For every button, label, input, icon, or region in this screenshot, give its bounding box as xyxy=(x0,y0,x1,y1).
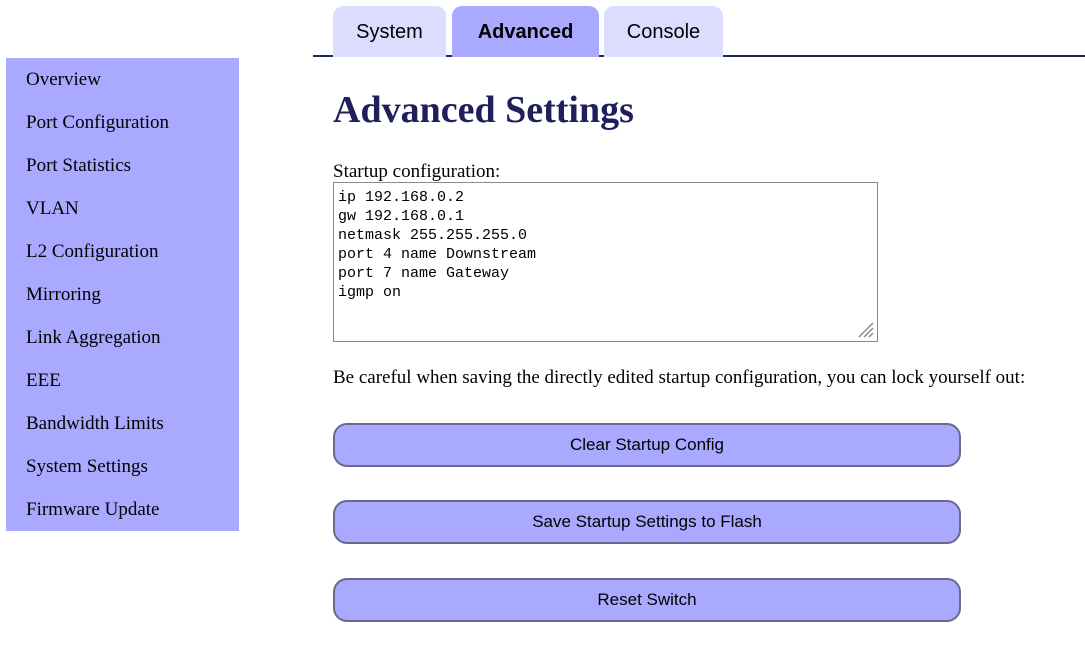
sidebar-item-bandwidth-limits[interactable]: Bandwidth Limits xyxy=(6,408,239,451)
warning-text: Be careful when saving the directly edit… xyxy=(333,367,1026,388)
startup-config-textarea[interactable] xyxy=(333,182,878,342)
sidebar-item-firmware-update[interactable]: Firmware Update xyxy=(6,494,239,537)
sidebar-item-l2-configuration[interactable]: L2 Configuration xyxy=(6,236,239,279)
sidebar-item-vlan[interactable]: VLAN xyxy=(6,193,239,236)
save-startup-settings-button[interactable]: Save Startup Settings to Flash xyxy=(333,500,961,544)
sidebar-item-port-statistics[interactable]: Port Statistics xyxy=(6,150,239,193)
resize-grip-icon[interactable] xyxy=(856,320,874,338)
tab-system[interactable]: System xyxy=(333,6,446,57)
tab-bar: System Advanced Console xyxy=(313,0,1085,58)
sidebar-item-mirroring[interactable]: Mirroring xyxy=(6,279,239,322)
sidebar-item-link-aggregation[interactable]: Link Aggregation xyxy=(6,322,239,365)
sidebar-item-system-settings[interactable]: System Settings xyxy=(6,451,239,494)
sidebar-item-overview[interactable]: Overview xyxy=(6,64,239,107)
tab-console[interactable]: Console xyxy=(604,6,723,57)
startup-config-label: Startup configuration: xyxy=(333,161,501,182)
clear-startup-config-button[interactable]: Clear Startup Config xyxy=(333,423,961,467)
page-title: Advanced Settings xyxy=(333,89,634,131)
sidebar-item-eee[interactable]: EEE xyxy=(6,365,239,408)
reset-switch-button[interactable]: Reset Switch xyxy=(333,578,961,622)
sidebar-item-port-configuration[interactable]: Port Configuration xyxy=(6,107,239,150)
tab-advanced[interactable]: Advanced xyxy=(452,6,599,57)
sidebar-nav: Overview Port Configuration Port Statist… xyxy=(6,58,239,531)
